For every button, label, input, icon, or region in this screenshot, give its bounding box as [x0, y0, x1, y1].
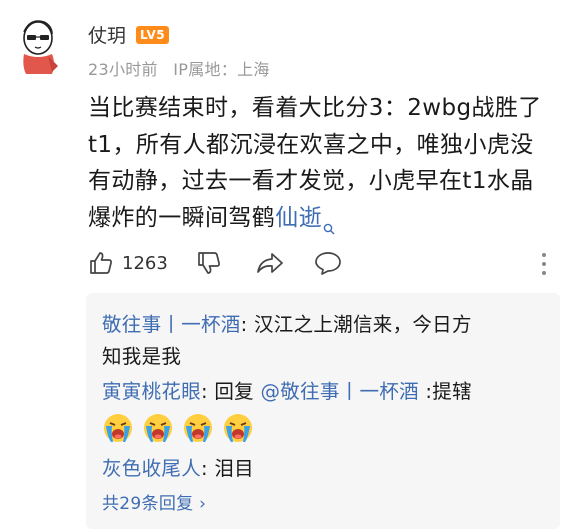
- reply-text: : 汉江之上潮信来，今日方: [240, 313, 472, 336]
- crying-emoji-icon: [144, 414, 172, 442]
- reply-prefix: : 回复: [201, 380, 261, 403]
- comment-line: t1，所有人都沉浸在欢喜之中，唯独小虎没: [88, 131, 534, 158]
- reply-author[interactable]: 灰色收尾人: [102, 457, 201, 480]
- more-vertical-icon[interactable]: [540, 252, 548, 276]
- comment-header: 仗玥 LV5: [88, 21, 170, 48]
- emoji-row: [102, 412, 254, 444]
- reply-author[interactable]: 敬往事丨一杯酒: [102, 313, 241, 336]
- thumbs-up-icon[interactable]: [88, 250, 114, 276]
- comment-icon[interactable]: [314, 250, 342, 276]
- reply-item[interactable]: 灰色收尾人: 泪目: [102, 454, 254, 484]
- chevron-right-icon: ›: [199, 494, 207, 514]
- reply-text: 知我是我: [102, 345, 182, 368]
- reply-author[interactable]: 寅寅桃花眼: [102, 380, 201, 403]
- dislike-button[interactable]: [196, 250, 222, 276]
- crying-emoji-icon: [104, 414, 132, 442]
- search-link[interactable]: 仙逝: [275, 205, 322, 231]
- reply-item[interactable]: 寅寅桃花眼: 回复 @敬往事丨一杯酒 :提辖: [102, 377, 472, 407]
- username[interactable]: 仗玥: [88, 21, 126, 48]
- comment-meta: 23小时前 IP属地：上海: [88, 56, 280, 80]
- thumbs-down-icon[interactable]: [196, 250, 222, 276]
- like-count: 1263: [122, 252, 168, 274]
- reply-item[interactable]: 敬往事丨一杯酒: 汉江之上潮信来，今日方: [102, 310, 472, 340]
- reply-button[interactable]: [314, 250, 342, 276]
- reply-mention[interactable]: @敬往事丨一杯酒: [260, 380, 418, 403]
- share-icon[interactable]: [256, 250, 284, 276]
- more-options-button[interactable]: [540, 252, 548, 276]
- reply-item-continued: 知我是我: [102, 342, 181, 372]
- crying-emoji-icon: [224, 414, 252, 442]
- comment-line-last: 爆炸的一瞬间驾鹤仙逝: [88, 200, 566, 237]
- comment-text: 当比赛结束时，看着大比分3：2wbg战胜了 t1，所有人都沉浸在欢喜之中，唯独小…: [88, 90, 566, 236]
- share-button[interactable]: [256, 250, 284, 276]
- reply-box: 敬往事丨一杯酒: 汉江之上潮信来，今日方 知我是我 寅寅桃花眼: 回复 @敬往事…: [86, 293, 560, 529]
- comment-time: 23小时前: [88, 60, 158, 79]
- view-more-replies-link[interactable]: 共29条回复 ›: [102, 489, 206, 519]
- avatar[interactable]: [14, 14, 62, 76]
- search-icon[interactable]: [323, 210, 335, 234]
- comment-line: 当比赛结束时，看着大比分3：2wbg战胜了: [88, 95, 542, 121]
- level-badge: LV5: [136, 25, 170, 44]
- crying-emoji-icon: [184, 414, 212, 442]
- ip-location: IP属地：上海: [173, 60, 270, 79]
- like-button[interactable]: 1263: [88, 250, 168, 276]
- comment-line: 爆炸的一瞬间驾鹤: [88, 204, 276, 231]
- reply-text: : 泪目: [201, 457, 254, 480]
- comment-line: 有动静，过去一看才发觉，小虎早在t1水晶: [88, 168, 534, 194]
- more-replies-label: 共29条回复: [102, 494, 194, 514]
- reply-text: :提辖: [418, 380, 472, 403]
- comment-actions: 1263: [88, 248, 558, 282]
